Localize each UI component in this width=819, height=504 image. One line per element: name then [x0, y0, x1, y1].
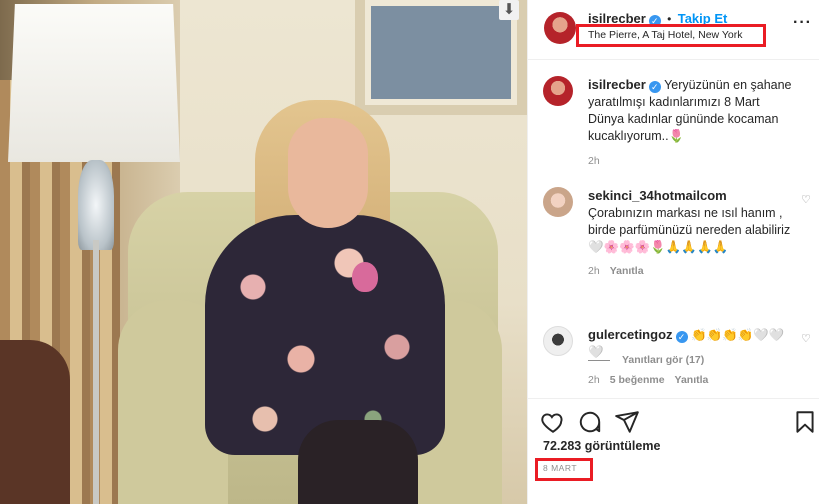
views-count[interactable]: 72.283 görüntüleme	[543, 439, 660, 453]
caption-username[interactable]: isilrecber	[588, 77, 646, 92]
location-highlight-box	[576, 24, 766, 47]
post-header: isilrecber ✓ • Takip Et The Pierre, A Taj…	[528, 0, 819, 60]
comment-username[interactable]: sekinci_34hotmailcom	[588, 188, 727, 203]
side-table	[0, 340, 70, 504]
caption-item: isilrecber ✓ Yeryüzünün en şahane yaratıl…	[543, 76, 813, 176]
heart-icon[interactable]	[540, 409, 566, 435]
comment-text: gulercetingoz ✓ 👏👏👏👏🤍🤍🤍	[588, 326, 793, 361]
comments-list[interactable]: isilrecber ✓ Yeryüzünün en şahane yaratıl…	[528, 60, 819, 398]
rose	[352, 262, 378, 292]
avatar[interactable]	[543, 187, 573, 217]
person-legs	[298, 420, 418, 504]
lamp-base	[78, 160, 114, 250]
bookmark-icon[interactable]	[792, 409, 818, 435]
avatar[interactable]	[543, 326, 573, 356]
comment-body: Çorabınızın markası ne ısıl hanım , bird…	[588, 206, 791, 254]
comment-icon[interactable]	[577, 409, 603, 435]
comment-item: gulercetingoz ✓ 👏👏👏👏🤍🤍🤍 2h 5 beğenme Yanıtl…	[543, 326, 813, 396]
reply-button[interactable]: Yanıtla	[675, 374, 709, 386]
heart-icon[interactable]: ♡	[801, 193, 813, 206]
lamp-pole	[93, 240, 99, 504]
share-icon[interactable]	[614, 409, 640, 435]
comment-username[interactable]: gulercetingoz	[588, 327, 673, 342]
avatar[interactable]	[543, 76, 573, 106]
reply-button[interactable]: Yanıtla	[610, 265, 644, 277]
lampshade	[8, 4, 180, 162]
post-side-panel: isilrecber ✓ • Takip Et The Pierre, A Taj…	[527, 0, 819, 504]
caption-text: isilrecber ✓ Yeryüzünün en şahane yaratıl…	[588, 76, 793, 145]
comment-text: sekinci_34hotmailcom Çorabınızın markası…	[588, 187, 793, 256]
comment-item: sekinci_34hotmailcom Çorabınızın markası…	[543, 187, 813, 282]
download-icon[interactable]: ⬇	[499, 0, 519, 20]
post-actions: 72.283 görüntüleme 8 MART	[528, 398, 819, 504]
verified-icon: ✓	[675, 331, 688, 343]
caption-time: 2h	[588, 155, 600, 167]
person-dress	[205, 215, 445, 455]
likes-count[interactable]: 5 beğenme	[610, 374, 665, 386]
verified-icon: ✓	[648, 81, 661, 93]
comment-meta: 2h 5 beğenme Yanıtla	[588, 374, 708, 386]
date-highlight-box	[535, 458, 593, 481]
heart-icon[interactable]: ♡	[801, 332, 813, 345]
avatar[interactable]	[544, 12, 576, 44]
comment-time: 2h	[588, 374, 600, 386]
ellipsis-icon[interactable]: ···	[793, 14, 812, 32]
comment-time: 2h	[588, 265, 600, 277]
comment-meta: 2h Yanıtla	[588, 265, 644, 277]
person-face	[288, 118, 368, 228]
post-video[interactable]: ⬇	[0, 0, 527, 504]
